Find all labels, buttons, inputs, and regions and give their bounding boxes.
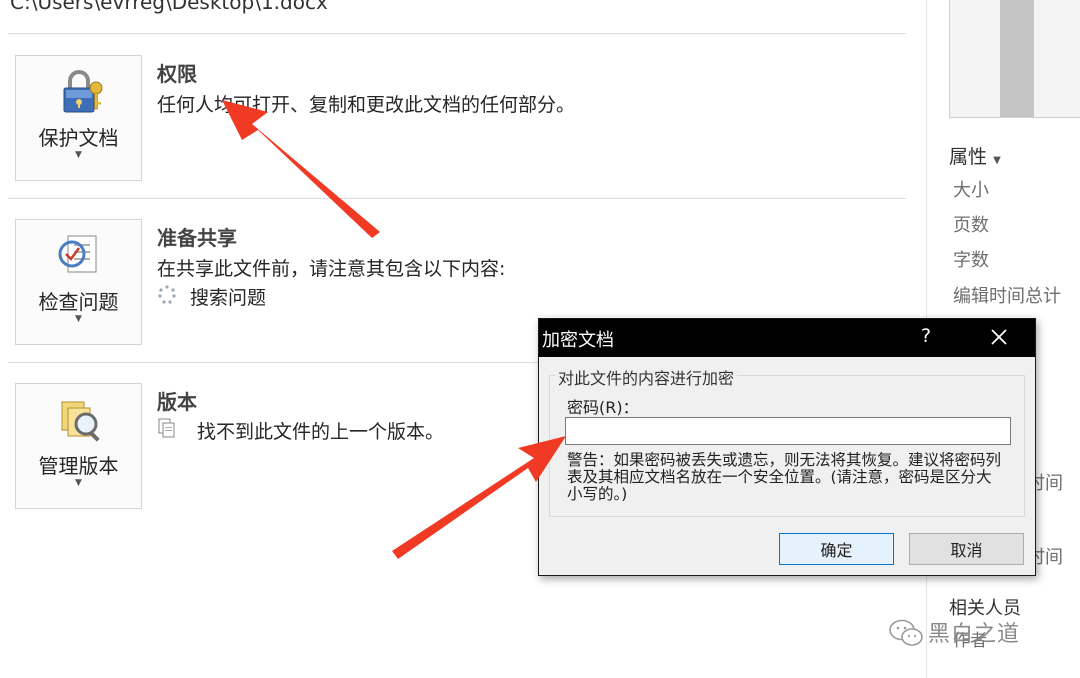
prepare-share-title: 准备共享 (157, 226, 237, 250)
password-label: 密码(R)： (567, 398, 639, 417)
inspect-issues-label: 检查问题 (38, 290, 119, 314)
permissions-description: 任何人均可打开、复制和更改此文档的任何部分。 (157, 94, 576, 116)
file-path: C:\Users\evrreg\Desktop\1.docx (10, 0, 328, 14)
permissions-title: 权限 (157, 62, 197, 86)
no-previous-version-text: 找不到此文件的上一个版本。 (197, 421, 445, 443)
red-arrow (222, 100, 380, 238)
prop-words: 字数 (953, 250, 989, 271)
document-thumbnail (949, 0, 1080, 118)
protect-document-label: 保护文档 (38, 126, 119, 150)
help-button[interactable]: ? (921, 325, 931, 347)
watermark: 黑白之道 (888, 614, 1058, 654)
spinner-icon (158, 285, 176, 304)
protect-document-button[interactable]: 保护文档 ▼ (15, 55, 142, 181)
dialog-titlebar: 加密文档 ? (539, 319, 1035, 357)
divider (8, 198, 906, 199)
manage-versions-button[interactable]: 管理版本 ▼ (15, 383, 142, 509)
versions-title: 版本 (157, 390, 197, 414)
caret-down-icon: ▼ (993, 155, 1001, 166)
checklist-icon (58, 235, 97, 273)
properties-title[interactable]: 属性 ▼ (949, 142, 1001, 169)
divider (8, 33, 906, 34)
prepare-share-description: 在共享此文件前，请注意其包含以下内容: (157, 258, 506, 280)
ok-button[interactable]: 确定 (779, 533, 894, 565)
encrypt-group-label: 对此文件的内容进行加密 (555, 365, 738, 389)
cancel-button[interactable]: 取消 (909, 533, 1024, 565)
password-warning: 警告：如果密码被丢失或遗忘，则无法将其恢复。建议将密码列表及其相应文档名放在一个… (567, 451, 1002, 503)
prop-pages: 页数 (953, 215, 989, 236)
manage-versions-label: 管理版本 (38, 454, 119, 478)
document-icon (158, 418, 175, 438)
version-files-icon (61, 401, 100, 442)
search-issues-item: 搜索问题 (190, 287, 267, 309)
inspect-issues-button[interactable]: 检查问题 ▼ (15, 219, 142, 345)
lock-key-icon (63, 70, 103, 113)
watermark-text: 黑白之道 (928, 622, 1021, 647)
caret-down-icon: ▼ (75, 150, 82, 160)
dialog-title: 加密文档 (542, 330, 614, 351)
prop-editing-time: 编辑时间总计 (953, 286, 1061, 307)
password-input[interactable] (565, 417, 1011, 445)
prop-size: 大小 (953, 180, 989, 201)
wechat-icon (889, 619, 923, 646)
close-icon[interactable] (979, 323, 1019, 353)
encrypt-document-dialog: 加密文档 ? 对此文件的内容进行加密 密码(R)： 警告：如果密码被丢失或遗忘，… (538, 318, 1036, 576)
caret-down-icon: ▼ (75, 478, 82, 488)
caret-down-icon: ▼ (75, 314, 82, 324)
